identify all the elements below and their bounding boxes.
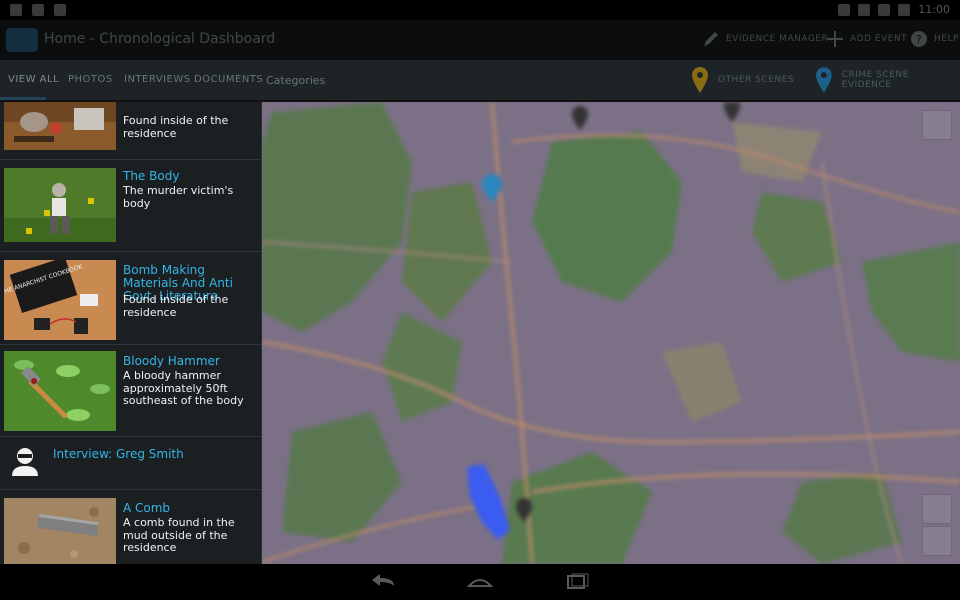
app-logo-icon[interactable] xyxy=(6,28,38,52)
help-button[interactable]: ? HELP xyxy=(910,30,959,48)
evidence-thumbnail xyxy=(4,498,116,564)
active-tab-indicator xyxy=(0,97,46,100)
add-event-button[interactable]: ADD EVENT xyxy=(826,30,907,48)
zoom-out-button[interactable] xyxy=(922,526,952,556)
evidence-title: A Comb xyxy=(123,501,171,515)
other-scenes-button[interactable]: OTHER SCENES xyxy=(690,66,794,94)
wifi-icon xyxy=(878,3,891,16)
evidence-description: The murder victim's body xyxy=(123,184,234,210)
plus-icon xyxy=(827,31,843,47)
tab-photos[interactable]: PHOTOS xyxy=(68,74,113,85)
notification-icon xyxy=(54,4,66,16)
list-item[interactable]: The Body The murder victim's body xyxy=(0,160,261,252)
evidence-description: A bloody hammer approximately 50ft south… xyxy=(123,369,244,407)
evidence-manager-button[interactable]: EVIDENCE MANAGER xyxy=(702,30,828,48)
zoom-in-button[interactable] xyxy=(922,494,952,524)
evidence-title: Interview: Greg Smith xyxy=(53,447,184,461)
help-icon: ? xyxy=(911,31,927,47)
app-title: Home - Chronological Dashboard xyxy=(44,31,276,47)
recent-apps-icon[interactable] xyxy=(562,572,592,592)
pencil-icon xyxy=(704,32,718,46)
map-terrain xyxy=(262,102,960,564)
list-item[interactable]: Bloody Hammer A bloody hammer approximat… xyxy=(0,345,261,437)
notification-icon xyxy=(32,4,44,16)
evidence-title: The Body xyxy=(123,169,180,183)
list-item[interactable]: Found inside of the residence xyxy=(0,102,261,160)
evidence-list[interactable]: Found inside of the residence The Body T… xyxy=(0,102,262,564)
action-bar: Home - Chronological Dashboard EVIDENCE … xyxy=(0,20,960,60)
tab-view-all[interactable]: VIEW ALL xyxy=(8,74,59,85)
status-bar: 11:00 xyxy=(0,0,960,20)
evidence-description: Found inside of the residence xyxy=(123,114,229,140)
home-icon[interactable] xyxy=(465,572,495,592)
map-pin-icon xyxy=(815,67,832,93)
my-location-button[interactable] xyxy=(922,110,952,140)
evidence-description: Found inside of the residence xyxy=(123,293,229,319)
bluetooth-icon xyxy=(838,3,851,16)
tab-categories[interactable]: Categories xyxy=(266,74,325,87)
person-icon xyxy=(12,448,38,476)
notification-icon xyxy=(10,4,22,16)
back-icon[interactable] xyxy=(368,572,398,592)
evidence-description: A comb found in the mud outside of the r… xyxy=(123,516,235,554)
map-view[interactable] xyxy=(262,102,960,564)
evidence-thumbnail xyxy=(4,351,116,431)
battery-icon xyxy=(898,3,911,16)
tab-documents[interactable]: DOCUMENTS xyxy=(194,74,263,85)
tab-bar: VIEW ALL PHOTOS INTERVIEWS DOCUMENTS Cat… xyxy=(0,60,960,102)
evidence-thumbnail: THE ANARCHIST COOKBOOK xyxy=(4,260,116,340)
evidence-thumbnail xyxy=(4,168,116,242)
svg-text:?: ? xyxy=(916,33,922,46)
list-item[interactable]: A Comb A comb found in the mud outside o… xyxy=(0,490,261,564)
map-pin-icon xyxy=(692,67,708,93)
vibrate-icon xyxy=(858,3,871,16)
list-item[interactable]: Interview: Greg Smith xyxy=(0,437,261,490)
tab-interviews[interactable]: INTERVIEWS xyxy=(124,74,191,85)
crime-scene-evidence-button[interactable]: CRIME SCENE EVIDENCE xyxy=(814,66,960,94)
evidence-title: Bloody Hammer xyxy=(123,354,220,368)
status-time: 11:00 xyxy=(918,3,950,16)
navigation-bar xyxy=(0,564,960,600)
evidence-thumbnail xyxy=(4,102,116,150)
list-item[interactable]: THE ANARCHIST COOKBOOK Bomb Making Mater… xyxy=(0,252,261,345)
